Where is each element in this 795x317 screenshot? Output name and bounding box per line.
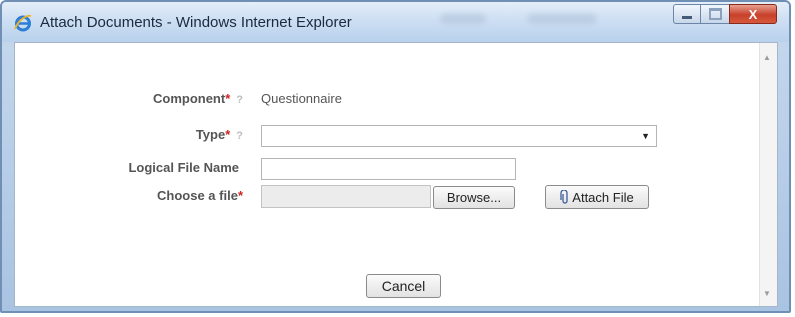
chevron-down-icon: ▼ xyxy=(641,131,650,141)
cancel-button[interactable]: Cancel xyxy=(366,274,441,298)
attach-file-label: Attach File xyxy=(572,189,634,205)
logical-file-name-label: Logical File Name xyxy=(128,160,239,175)
minimize-button[interactable] xyxy=(673,4,701,24)
paperclip-icon xyxy=(560,190,568,204)
type-select[interactable]: ▼ xyxy=(261,125,657,147)
maximize-button[interactable] xyxy=(701,4,729,24)
browse-button[interactable]: Browse... xyxy=(433,186,515,209)
attach-file-button[interactable]: Attach File xyxy=(545,185,649,209)
file-path-field[interactable] xyxy=(261,185,431,208)
help-icon[interactable]: ? xyxy=(236,94,243,106)
window-controls: X xyxy=(673,4,777,24)
component-label: Component xyxy=(152,91,226,106)
scroll-down-icon[interactable]: ▼ xyxy=(763,289,771,298)
required-marker: * xyxy=(237,188,243,203)
scroll-up-icon[interactable]: ▲ xyxy=(763,53,771,62)
choose-file-label-group: Choose a file* xyxy=(157,188,243,203)
dialog-content: Component*? Questionnaire Type*? ▼ Logic… xyxy=(14,42,778,307)
choose-file-label: Choose a file xyxy=(157,188,238,203)
component-value: Questionnaire xyxy=(261,91,342,106)
type-label: Type xyxy=(195,127,226,142)
ie-logo-icon xyxy=(14,14,32,32)
close-button[interactable]: X xyxy=(729,4,777,24)
maximize-icon xyxy=(708,8,722,20)
required-marker: * xyxy=(225,127,231,142)
type-label-group: Type*? xyxy=(196,127,243,142)
required-marker: * xyxy=(225,91,231,106)
vertical-scrollbar[interactable]: ▲ ▼ xyxy=(759,43,777,306)
close-icon: X xyxy=(748,6,758,22)
minimize-icon xyxy=(682,15,692,19)
obscured-background-text xyxy=(527,14,597,24)
component-label-group: Component*? xyxy=(153,91,243,106)
ie-window: Attach Documents - Windows Internet Expl… xyxy=(0,0,791,313)
window-title: Attach Documents - Windows Internet Expl… xyxy=(40,14,352,31)
help-icon[interactable]: ? xyxy=(236,130,243,142)
obscured-background-text xyxy=(440,14,486,24)
title-bar[interactable]: Attach Documents - Windows Internet Expl… xyxy=(2,2,789,42)
logical-file-name-input[interactable] xyxy=(261,158,516,180)
